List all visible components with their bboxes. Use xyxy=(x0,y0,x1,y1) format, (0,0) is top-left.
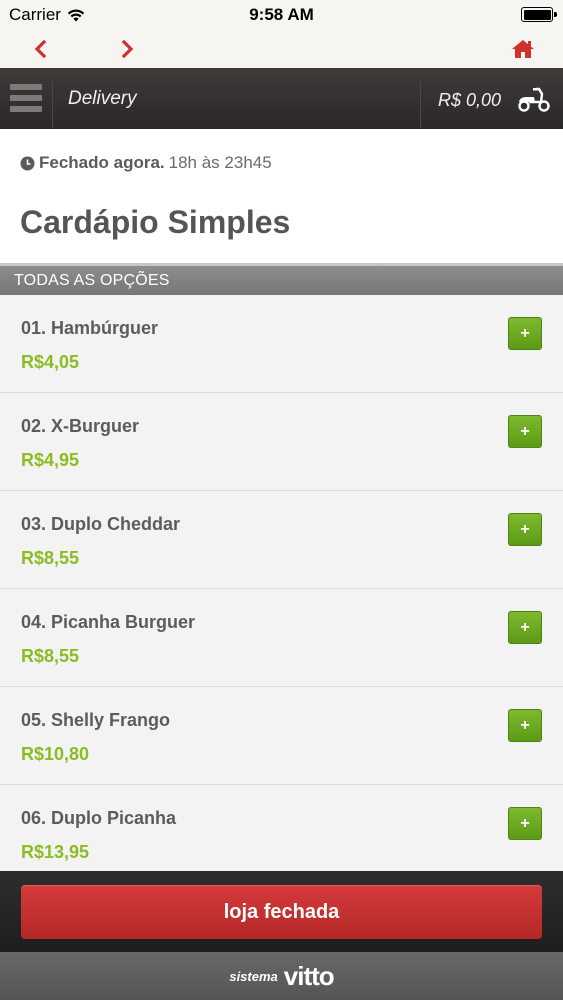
header-title: Delivery xyxy=(68,88,137,109)
item-price: R$8,55 xyxy=(21,548,80,568)
list-item[interactable]: 04. Picanha Burguer R$8,55 + xyxy=(0,589,563,687)
forward-button[interactable] xyxy=(113,35,143,63)
footer-branding: sistema vitto xyxy=(0,952,563,1000)
page-title: Cardápio Simples xyxy=(20,204,291,240)
item-name: 05. Shelly Frango xyxy=(21,710,171,730)
list-item[interactable]: 06. Duplo Picanha R$13,95 + xyxy=(0,785,563,883)
home-icon xyxy=(512,40,534,58)
app-header: Delivery R$ 0,00 xyxy=(0,68,563,129)
battery-icon xyxy=(521,7,557,22)
item-name: 02. X-Burguer xyxy=(21,416,140,436)
add-item-button[interactable]: + xyxy=(508,317,542,350)
item-name: 04. Picanha Burguer xyxy=(21,612,196,632)
item-price: R$4,05 xyxy=(21,352,80,372)
hamburger-menu-icon xyxy=(10,95,42,101)
hamburger-menu-icon xyxy=(10,84,42,90)
item-name: 03. Duplo Cheddar xyxy=(21,514,181,534)
status-bar: Carrier 9:58 AM xyxy=(0,0,563,30)
chevron-right-icon xyxy=(121,40,134,58)
scooter-icon xyxy=(518,87,550,112)
cart-total[interactable]: R$ 0,00 xyxy=(438,90,501,111)
chevron-left-icon xyxy=(34,40,47,58)
bottom-action-bar: loja fechada xyxy=(0,871,563,952)
add-item-button[interactable]: + xyxy=(508,415,542,448)
home-button[interactable] xyxy=(508,35,538,63)
store-hours: Fechado agora. 18h às 23h45 xyxy=(20,153,272,173)
battery-level xyxy=(523,9,551,20)
list-item[interactable]: 05. Shelly Frango R$10,80 + xyxy=(0,687,563,785)
item-price: R$13,95 xyxy=(21,842,90,862)
item-price: R$8,55 xyxy=(21,646,80,666)
list-item[interactable]: 03. Duplo Cheddar R$8,55 + xyxy=(0,491,563,589)
item-price: R$10,80 xyxy=(21,744,90,764)
back-button[interactable] xyxy=(25,35,55,63)
delivery-button[interactable] xyxy=(517,86,551,117)
store-status: Fechado agora. xyxy=(39,153,165,172)
list-item[interactable]: 02. X-Burguer R$4,95 + xyxy=(0,393,563,491)
footer-prefix: sistema xyxy=(229,968,278,984)
item-price: R$4,95 xyxy=(21,450,80,470)
hamburger-menu-icon xyxy=(10,106,42,112)
store-hours-text: 18h às 23h45 xyxy=(168,153,272,172)
header-divider xyxy=(420,80,421,128)
store-info: Fechado agora. 18h às 23h45 Cardápio Sim… xyxy=(0,129,563,263)
clock-time: 9:58 AM xyxy=(249,5,314,24)
brand-logo: vitto xyxy=(283,960,335,991)
section-title: TODAS AS OPÇÕES xyxy=(14,272,170,289)
browser-nav xyxy=(0,30,563,68)
store-closed-button[interactable]: loja fechada xyxy=(21,885,542,939)
clock-icon xyxy=(20,156,35,170)
add-item-button[interactable]: + xyxy=(508,709,542,742)
add-item-button[interactable]: + xyxy=(508,611,542,644)
add-item-button[interactable]: + xyxy=(508,513,542,546)
item-name: 06. Duplo Picanha xyxy=(21,808,177,828)
section-header: TODAS AS OPÇÕES xyxy=(0,263,563,295)
add-item-button[interactable]: + xyxy=(508,807,542,840)
item-name: 01. Hambúrguer xyxy=(21,318,159,338)
menu-button[interactable] xyxy=(10,84,42,112)
header-divider xyxy=(52,80,53,128)
list-item[interactable]: 01. Hambúrguer R$4,05 + xyxy=(0,295,563,393)
